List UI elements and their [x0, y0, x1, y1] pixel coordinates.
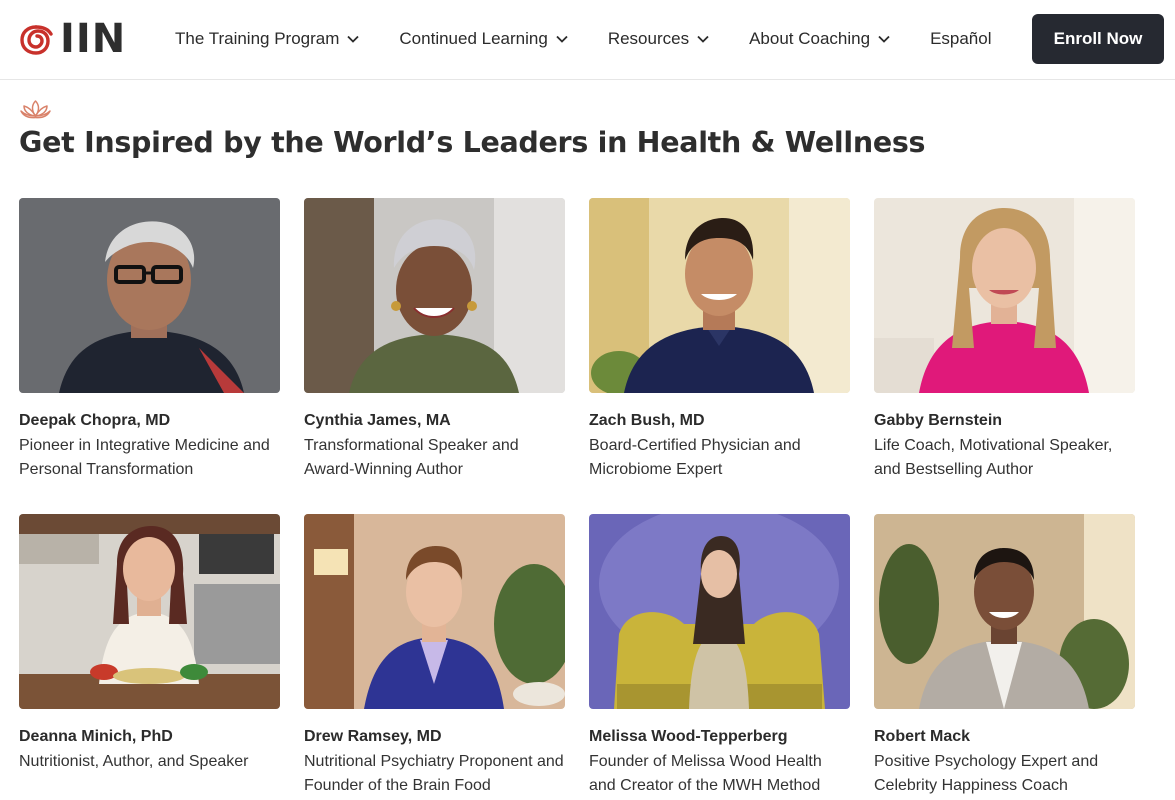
speaker-name: Gabby Bernstein: [874, 412, 1003, 429]
speaker-name: Cynthia James, MA: [304, 412, 451, 429]
speaker-name: Melissa Wood-Tepperberg: [589, 728, 788, 745]
speaker-photo[interactable]: [19, 198, 280, 393]
speaker-card[interactable]: Deanna Minich, PhD Nutritionist, Author,…: [19, 514, 281, 774]
chevron-down-icon: [556, 35, 568, 43]
chevron-down-icon: [347, 35, 360, 43]
speaker-photo[interactable]: [19, 514, 280, 709]
nav-item-resources[interactable]: Resources: [608, 29, 709, 49]
nav-label: The Training Program: [175, 29, 340, 48]
section-heading: Get Inspired by the World’s Leaders in H…: [19, 126, 926, 159]
lotus-icon: [20, 100, 51, 119]
speaker-name: Deepak Chopra, MD: [19, 412, 171, 429]
speaker-photo[interactable]: [589, 514, 850, 709]
speaker-title: Board-Certified Physician and Microbiome…: [589, 437, 801, 478]
speaker-title: Transformational Speaker and Award-Winni…: [304, 437, 519, 478]
speaker-card[interactable]: Melissa Wood-Tepperberg Founder of Melis…: [589, 514, 851, 798]
speaker-photo[interactable]: [589, 198, 850, 393]
speaker-name: Robert Mack: [874, 728, 971, 745]
speaker-photo[interactable]: [304, 514, 565, 709]
enroll-now-button[interactable]: Enroll Now: [1032, 14, 1164, 64]
speaker-card[interactable]: Zach Bush, MD Board-Certified Physician …: [589, 198, 851, 482]
speaker-photo[interactable]: [304, 198, 565, 393]
nav-item-continued-learning[interactable]: Continued Learning: [399, 29, 568, 49]
chevron-down-icon: [878, 35, 890, 43]
nav-label: About Coaching: [749, 29, 871, 48]
speaker-title: Life Coach, Motivational Speaker, and Be…: [874, 437, 1113, 478]
speaker-card[interactable]: Gabby Bernstein Life Coach, Motivational…: [874, 198, 1136, 482]
speaker-photo[interactable]: [874, 514, 1135, 709]
nav-item-training-program[interactable]: The Training Program: [175, 29, 360, 49]
speaker-title: Founder of Melissa Wood Health and Creat…: [589, 753, 822, 794]
main-nav: The Training Program Continued Learning …: [175, 0, 992, 78]
speaker-title: Nutritionist, Author, and Speaker: [19, 753, 249, 770]
speaker-card[interactable]: Drew Ramsey, MD Nutritional Psychiatry P…: [304, 514, 566, 798]
nav-label: Continued Learning: [399, 29, 548, 48]
nav-item-espanol[interactable]: Español: [930, 29, 991, 49]
nav-label: Español: [930, 29, 992, 48]
speaker-title: Nutritional Psychiatry Proponent and Fou…: [304, 753, 564, 794]
speaker-name: Zach Bush, MD: [589, 412, 705, 429]
speaker-name: Deanna Minich, PhD: [19, 728, 173, 745]
speaker-card[interactable]: Deepak Chopra, MD Pioneer in Integrative…: [19, 198, 281, 482]
logo-text: IIN: [60, 16, 127, 62]
iin-logo[interactable]: IIN: [18, 19, 126, 59]
chevron-down-icon: [697, 35, 709, 43]
speaker-card[interactable]: Cynthia James, MA Transformational Speak…: [304, 198, 566, 482]
nav-label: Resources: [607, 29, 690, 48]
speaker-photo[interactable]: [874, 198, 1135, 393]
speaker-name: Drew Ramsey, MD: [304, 728, 442, 745]
speaker-title: Positive Psychology Expert and Celebrity…: [874, 753, 1099, 794]
spiral-logo-icon: [20, 25, 53, 55]
speaker-title: Pioneer in Integrative Medicine and Pers…: [19, 437, 270, 478]
site-header: IIN The Training Program Continued Learn…: [0, 0, 1175, 80]
nav-item-about-coaching[interactable]: About Coaching: [749, 29, 890, 49]
speaker-card[interactable]: Robert Mack Positive Psychology Expert a…: [874, 514, 1136, 798]
